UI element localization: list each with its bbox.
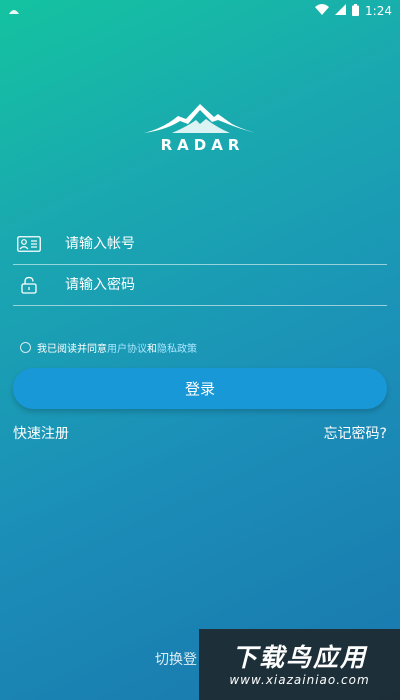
agreement-and: 和 — [147, 344, 157, 355]
login-screen: 1:24 RADAR 请输入帐号 我已阅读并同意 用户协议 和 隐私政策 登录 … — [0, 0, 400, 700]
app-logo: RADAR — [0, 100, 400, 154]
password-field[interactable] — [13, 265, 387, 306]
watermark: 下载鸟应用 www.xiazainiao.com — [199, 629, 400, 700]
agreement-row: 我已阅读并同意 用户协议 和 隐私政策 — [20, 340, 197, 355]
watermark-title: 下载鸟应用 — [231, 642, 367, 672]
agreement-prefix: 我已阅读并同意 — [37, 344, 107, 355]
wifi-icon — [315, 4, 330, 18]
battery-icon — [352, 3, 360, 19]
account-input[interactable] — [65, 236, 387, 252]
logo-text: RADAR — [160, 136, 245, 154]
register-link[interactable]: 快速注册 — [13, 423, 69, 443]
status-bar: 1:24 — [0, 0, 400, 22]
lock-icon — [15, 274, 43, 296]
password-input[interactable] — [65, 277, 387, 293]
login-button[interactable]: 登录 — [13, 368, 387, 409]
signal-icon — [335, 4, 347, 18]
privacy-policy-link[interactable]: 隐私政策 — [157, 340, 197, 355]
status-indicators: 1:24 — [315, 3, 392, 19]
watermark-url: www.xiazainiao.com — [229, 672, 370, 687]
account-field[interactable] — [13, 224, 387, 265]
status-time: 1:24 — [365, 4, 392, 18]
agreement-radio[interactable] — [20, 342, 31, 353]
switch-login-link[interactable]: 切换登 — [155, 649, 197, 669]
id-card-icon — [15, 233, 43, 255]
mountain-logo-icon — [144, 104, 256, 133]
app-notification-icon — [8, 4, 20, 18]
forgot-password-link[interactable]: 忘记密码? — [324, 423, 387, 443]
user-agreement-link[interactable]: 用户协议 — [107, 340, 147, 355]
